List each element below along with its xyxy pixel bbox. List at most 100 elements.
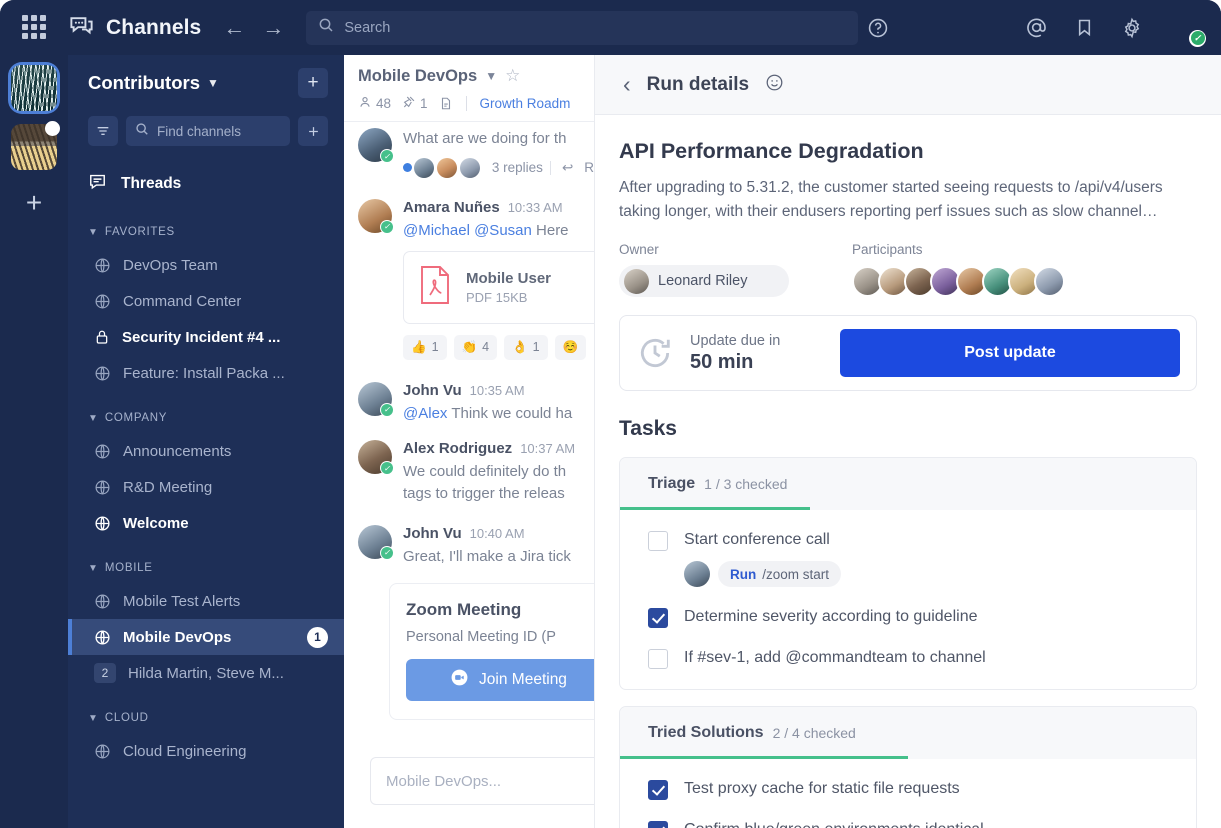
filter-icon[interactable] bbox=[88, 116, 118, 146]
checklist-name: Triage bbox=[648, 475, 695, 493]
avatar[interactable]: ✓ bbox=[358, 440, 392, 474]
team-icon-keyboard[interactable] bbox=[11, 124, 57, 170]
thread-participant-avatar bbox=[413, 157, 435, 179]
checklist-progress-text: 1 / 3 checked bbox=[704, 476, 787, 492]
find-channels-input[interactable]: Find channels bbox=[126, 116, 290, 146]
run-command-button[interactable]: Run /zoom start bbox=[718, 561, 841, 587]
member-count-value: 48 bbox=[376, 96, 391, 111]
message-author[interactable]: John Vu bbox=[403, 382, 462, 399]
owner-name: Leonard Riley bbox=[658, 273, 747, 289]
sidebar-category-favorites[interactable]: ▼ FAVORITES bbox=[68, 217, 344, 247]
pin-icon bbox=[402, 95, 416, 112]
checklist-header[interactable]: Triage 1 / 3 checked bbox=[620, 458, 1196, 510]
attachment-name: Mobile User bbox=[466, 270, 551, 287]
sidebar-category-company[interactable]: ▼ COMPANY bbox=[68, 403, 344, 433]
avatar[interactable]: ✓ bbox=[358, 382, 392, 416]
reaction-thumbsup[interactable]: 👍 1 bbox=[403, 335, 447, 360]
message-composer-input[interactable]: Mobile DevOps... bbox=[370, 757, 594, 805]
checklist-header[interactable]: Tried Solutions 2 / 4 checked bbox=[620, 707, 1196, 759]
avatar[interactable]: ✓ bbox=[358, 199, 392, 233]
message-header: John Vu 10:40 AM bbox=[403, 525, 594, 542]
team-icon-grass[interactable] bbox=[11, 65, 57, 111]
sidebar-item-welcome[interactable]: Welcome bbox=[68, 505, 344, 541]
task-checkbox[interactable] bbox=[648, 821, 668, 828]
member-count[interactable]: 48 bbox=[358, 95, 391, 112]
sidebar-item-feature-install-package[interactable]: Feature: Install Packa ... bbox=[68, 355, 344, 391]
zoom-card-title: Zoom Meeting bbox=[406, 600, 594, 620]
browse-channels-button[interactable] bbox=[298, 116, 328, 146]
add-button[interactable]: + bbox=[298, 68, 328, 98]
post-update-button[interactable]: Post update bbox=[840, 329, 1180, 377]
chevron-down-icon: ▼ bbox=[88, 713, 98, 724]
add-reaction-icon[interactable]: ☺️ bbox=[555, 335, 587, 360]
sidebar-category-mobile[interactable]: ▼ MOBILE bbox=[68, 553, 344, 583]
back-arrow-icon[interactable]: ← bbox=[223, 17, 245, 39]
add-team-button[interactable]: + bbox=[26, 189, 42, 217]
gear-icon[interactable] bbox=[1121, 17, 1143, 39]
chevron-down-icon[interactable]: ▼ bbox=[485, 69, 497, 83]
chevron-left-icon[interactable]: ‹ bbox=[623, 73, 631, 96]
category-label: COMPANY bbox=[105, 412, 167, 424]
bookmark-icon[interactable] bbox=[1074, 17, 1095, 38]
participant-avatars[interactable] bbox=[852, 266, 1065, 297]
channel-sidebar: Contributors ▼ + Find channels bbox=[68, 55, 344, 828]
sidebar-item-security-incident[interactable]: Security Incident #4 ... bbox=[68, 319, 344, 355]
message-author[interactable]: Alex Rodriguez bbox=[403, 440, 512, 457]
globe-icon bbox=[94, 629, 111, 646]
search-input[interactable]: Search bbox=[306, 11, 858, 45]
task-checkbox[interactable] bbox=[648, 531, 668, 551]
sidebar-item-rd-meeting[interactable]: R&D Meeting bbox=[68, 469, 344, 505]
avatar[interactable]: ✓ bbox=[1169, 11, 1203, 45]
participant-avatar bbox=[1034, 266, 1065, 297]
help-circle-icon[interactable] bbox=[867, 17, 889, 39]
avatar[interactable]: ✓ bbox=[358, 525, 392, 559]
message-mention[interactable]: @Michael @Susan bbox=[403, 222, 532, 239]
grid-menu-icon[interactable] bbox=[22, 15, 48, 41]
sidebar-item-mobile-devops[interactable]: Mobile DevOps 1 bbox=[68, 619, 344, 655]
threads-icon bbox=[88, 172, 107, 196]
thread-summary[interactable]: 3 replies ↩ R bbox=[403, 157, 594, 179]
update-due-card: Update due in 50 min Post update bbox=[619, 315, 1197, 391]
message-timestamp: 10:33 AM bbox=[508, 200, 563, 215]
owner-selector[interactable]: Leonard Riley bbox=[619, 265, 789, 297]
message-author[interactable]: Amara Nuñes bbox=[403, 199, 500, 216]
sidebar-item-label: Cloud Engineering bbox=[123, 743, 246, 760]
run-title: API Performance Degradation bbox=[619, 139, 1197, 164]
run-details-panel: ‹ Run details API Performance Degradatio… bbox=[594, 55, 1221, 828]
task-checkbox[interactable] bbox=[648, 780, 668, 800]
join-meeting-button[interactable]: Join Meeting bbox=[406, 659, 594, 701]
files-button[interactable] bbox=[439, 96, 453, 111]
message-author[interactable]: John Vu bbox=[403, 525, 462, 542]
unread-dot bbox=[45, 121, 60, 136]
sidebar-item-group-dm[interactable]: 2 Hilda Martin, Steve M... bbox=[68, 655, 344, 691]
message-mention[interactable]: @Alex bbox=[403, 405, 447, 422]
status-badge: ✓ bbox=[380, 546, 394, 560]
sidebar-item-cloud-engineering[interactable]: Cloud Engineering bbox=[68, 733, 344, 769]
checklist-item: If #sev-1, add @commandteam to channel bbox=[620, 638, 1196, 679]
sidebar-item-command-center[interactable]: Command Center bbox=[68, 283, 344, 319]
sidebar-item-mobile-test-alerts[interactable]: Mobile Test Alerts bbox=[68, 583, 344, 619]
task-checkbox[interactable] bbox=[648, 649, 668, 669]
pinned-count[interactable]: 1 bbox=[402, 95, 428, 112]
checklist-item: Test proxy cache for static file request… bbox=[620, 769, 1196, 810]
channel-title-group[interactable]: Mobile DevOps ▼ ☆ bbox=[358, 66, 594, 86]
sidebar-item-announcements[interactable]: Announcements bbox=[68, 433, 344, 469]
team-name-dropdown[interactable]: Contributors ▼ bbox=[88, 72, 219, 94]
task-label: Test proxy cache for static file request… bbox=[684, 779, 960, 799]
reply-action-icon[interactable]: ↩ bbox=[562, 160, 573, 176]
sidebar-item-devops-team[interactable]: DevOps Team bbox=[68, 247, 344, 283]
forward-arrow-icon[interactable]: → bbox=[262, 17, 284, 39]
smiley-icon[interactable] bbox=[765, 73, 784, 97]
favorite-star-icon[interactable]: ☆ bbox=[505, 66, 520, 86]
avatar[interactable]: ✓ bbox=[358, 128, 392, 162]
task-checkbox[interactable] bbox=[648, 608, 668, 628]
channel-header-link[interactable]: Growth Roadm bbox=[480, 96, 571, 111]
sidebar-category-cloud[interactable]: ▼ CLOUD bbox=[68, 703, 344, 733]
owner-avatar bbox=[624, 269, 649, 294]
at-mention-icon[interactable] bbox=[1025, 16, 1048, 39]
file-attachment[interactable]: Mobile User PDF 15KB bbox=[403, 251, 594, 324]
sidebar-item-threads[interactable]: Threads bbox=[68, 163, 344, 205]
reaction-ok-hand[interactable]: 👌 1 bbox=[504, 335, 548, 360]
owner-label: Owner bbox=[619, 242, 852, 257]
reaction-clap[interactable]: 👏 4 bbox=[454, 335, 498, 360]
